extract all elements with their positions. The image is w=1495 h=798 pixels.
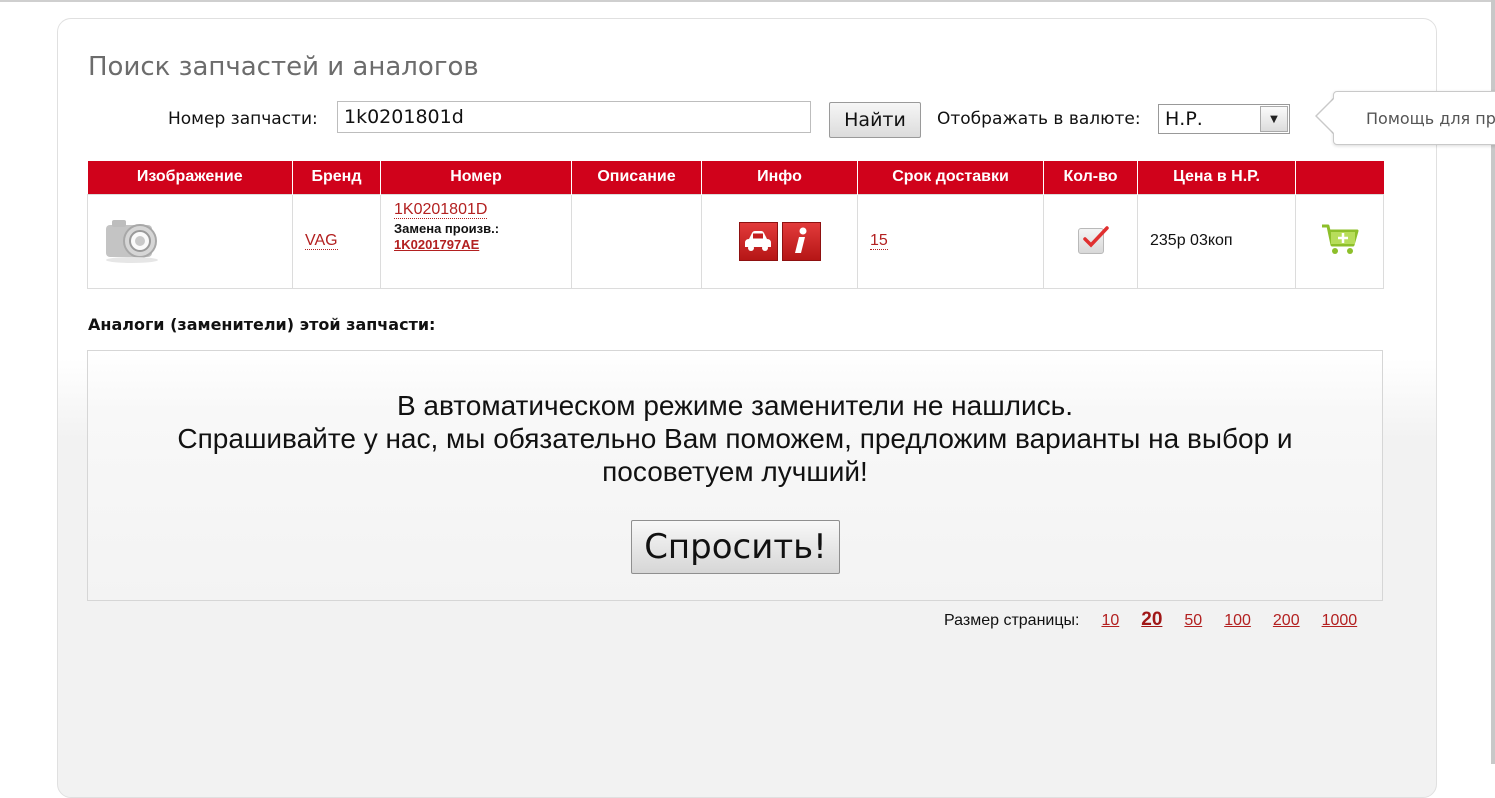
currency-label: Отображать в валюте: bbox=[937, 109, 1141, 129]
analogs-message: В автоматическом режиме заменители не на… bbox=[88, 389, 1382, 488]
analogs-message-line2: Спрашивайте у нас, мы обязательно Вам по… bbox=[177, 423, 1293, 454]
page-size-200[interactable]: 200 bbox=[1273, 612, 1300, 630]
cell-number: 1K0201801D Замена произв.: 1K0201797AE bbox=[380, 193, 572, 289]
col-header-brand: Бренд bbox=[292, 161, 381, 194]
page-size-label: Размер страницы: bbox=[944, 612, 1080, 629]
page-size-1000[interactable]: 1000 bbox=[1322, 612, 1358, 630]
page-title: Поиск запчастей и аналогов bbox=[88, 52, 479, 82]
camera-placeholder-icon[interactable] bbox=[102, 219, 164, 269]
car-icon[interactable] bbox=[738, 221, 778, 261]
col-header-delivery: Срок доставки bbox=[857, 161, 1044, 194]
page-size-20[interactable]: 20 bbox=[1141, 609, 1162, 631]
checkbox-checked-icon[interactable] bbox=[1077, 226, 1109, 254]
find-button[interactable]: Найти bbox=[829, 102, 921, 138]
cell-info bbox=[701, 193, 858, 289]
analogs-message-line1: В автоматическом режиме заменители не на… bbox=[396, 390, 1074, 421]
help-bubble[interactable]: Помощь для пр bbox=[1333, 91, 1495, 145]
col-header-image: Изображение bbox=[87, 161, 293, 194]
help-bubble-arrow-fill bbox=[1317, 98, 1335, 134]
currency-value: Н.Р. bbox=[1165, 108, 1203, 130]
cell-price: 235р 03коп bbox=[1137, 193, 1296, 289]
page-size-selector: Размер страницы: 10 20 50 100 200 1000 bbox=[944, 609, 1379, 633]
cell-brand: VAG bbox=[292, 193, 381, 289]
analogs-message-line3: посоветуем лучший! bbox=[602, 456, 868, 487]
part-number-link[interactable]: 1K0201801D bbox=[394, 200, 488, 219]
col-header-price: Цена в Н.Р. bbox=[1137, 161, 1296, 194]
analogs-title: Аналоги (заменители) этой запчасти: bbox=[88, 315, 436, 334]
page-size-50[interactable]: 50 bbox=[1184, 612, 1202, 630]
cell-cart bbox=[1295, 193, 1384, 289]
add-to-cart-icon[interactable] bbox=[1320, 224, 1360, 261]
replacement-label: Замена произв.: bbox=[394, 220, 500, 236]
part-number-label: Номер запчасти: bbox=[168, 109, 318, 129]
col-header-description: Описание bbox=[571, 161, 702, 194]
cell-description bbox=[571, 193, 702, 289]
part-number-input[interactable] bbox=[337, 101, 811, 133]
results-table: Изображение Бренд Номер Описание Инфо Ср… bbox=[87, 161, 1384, 289]
chevron-down-icon[interactable]: ▼ bbox=[1260, 106, 1288, 132]
col-header-cart bbox=[1295, 161, 1384, 194]
replacement-number-link[interactable]: 1K0201797AE bbox=[394, 237, 479, 252]
currency-select[interactable]: Н.Р. ▼ bbox=[1158, 104, 1290, 134]
col-header-info: Инфо bbox=[701, 161, 858, 194]
page-size-10[interactable]: 10 bbox=[1101, 612, 1119, 630]
table-row: VAG 1K0201801D Замена произв.: 1K0201797… bbox=[87, 193, 1384, 289]
table-header-row: Изображение Бренд Номер Описание Инфо Ср… bbox=[87, 161, 1384, 194]
price-value: 235р 03коп bbox=[1150, 232, 1233, 249]
help-text: Помощь для пр bbox=[1366, 109, 1495, 128]
analogs-box: В автоматическом режиме заменители не на… bbox=[87, 350, 1383, 601]
window-top-border bbox=[0, 0, 1495, 2]
col-header-number: Номер bbox=[380, 161, 572, 194]
cell-delivery: 15 bbox=[857, 193, 1044, 289]
delivery-link[interactable]: 15 bbox=[870, 232, 888, 250]
info-icon[interactable] bbox=[781, 221, 821, 261]
ask-button[interactable]: Спросить! bbox=[631, 520, 840, 574]
brand-link[interactable]: VAG bbox=[305, 232, 338, 250]
col-header-qty: Кол-во bbox=[1043, 161, 1138, 194]
cell-qty bbox=[1043, 193, 1138, 289]
cell-image bbox=[87, 193, 293, 289]
page-size-100[interactable]: 100 bbox=[1224, 612, 1251, 630]
